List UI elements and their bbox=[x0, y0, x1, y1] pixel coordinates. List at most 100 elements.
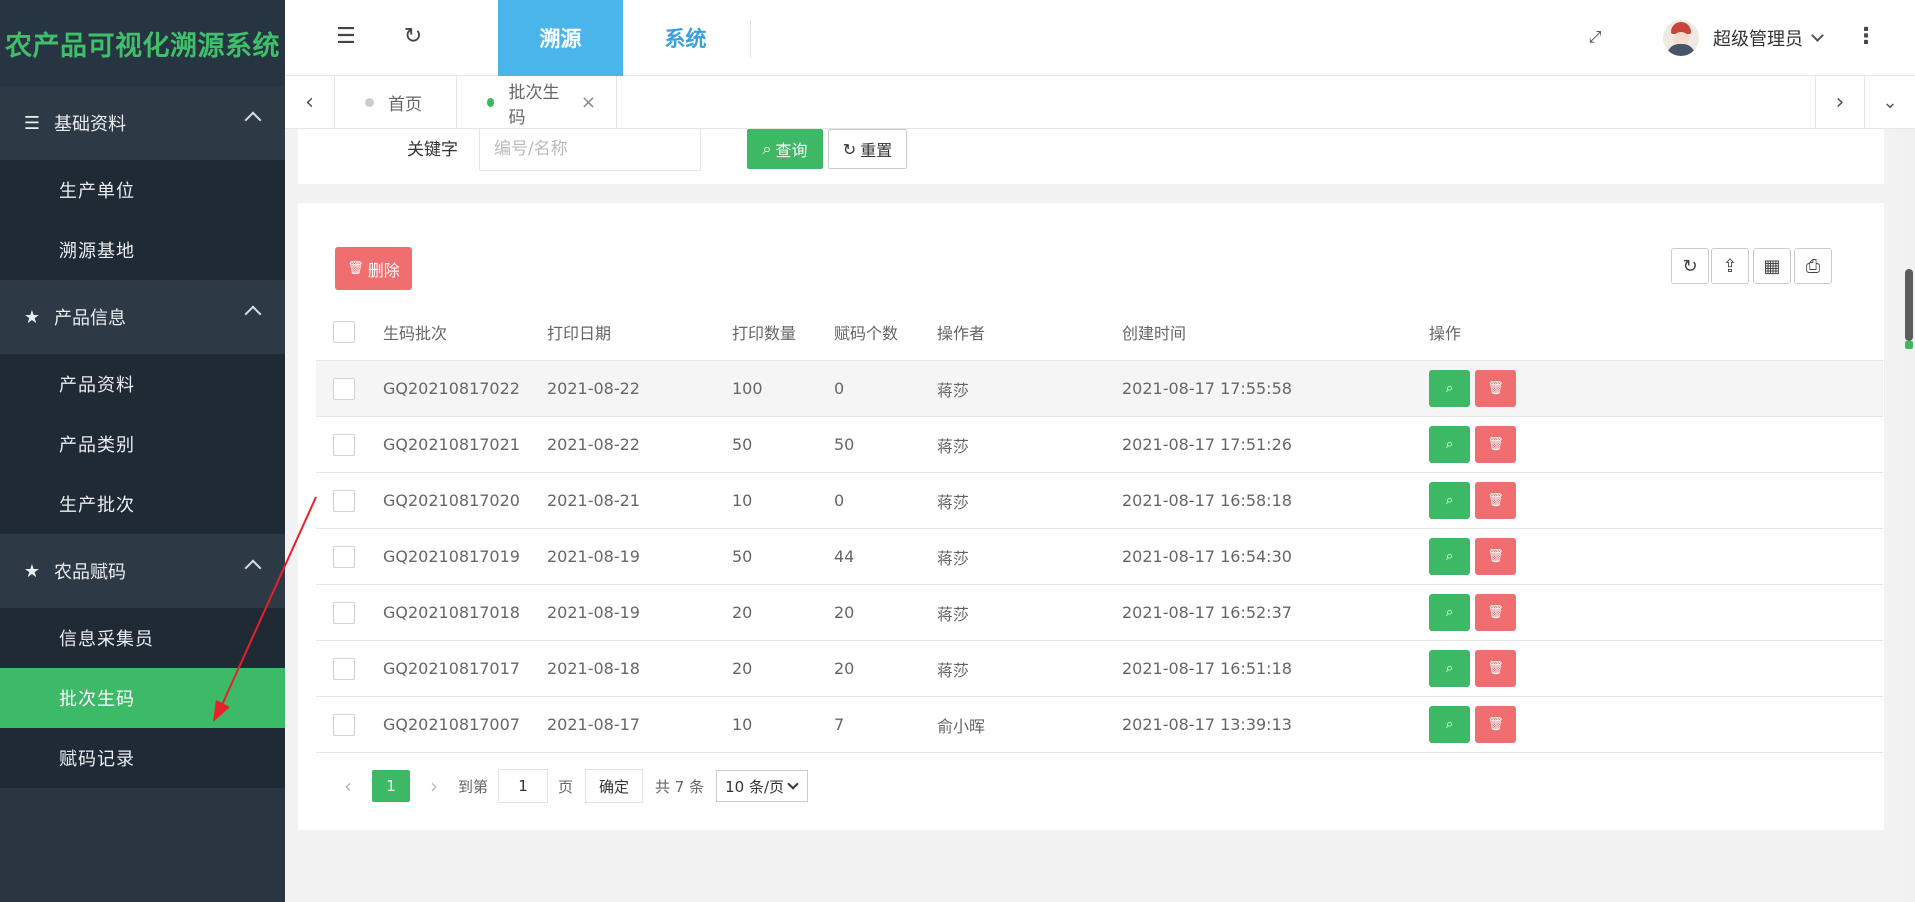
cell-print-date: 2021-08-21 bbox=[547, 491, 640, 510]
table-row[interactable]: GQ20210817021 2021-08-22 50 50 蒋莎 2021-0… bbox=[316, 417, 1883, 473]
app-logo-title: 农产品可视化溯源系统 bbox=[0, 0, 285, 86]
main-content: 关键字 编号/名称 ⌕ 查询 ↻ 重置 🗑 删除 ↻ ⇪ ▦ ⎙ 生码批次 打印… bbox=[285, 129, 1901, 902]
sidebar-item-production-unit[interactable]: 生产单位 bbox=[0, 160, 285, 220]
menu-fold-icon[interactable]: ☰ bbox=[333, 24, 359, 50]
cell-batch: GQ20210817020 bbox=[383, 491, 520, 510]
delete-row-button[interactable]: 🗑 bbox=[1475, 594, 1516, 631]
goto-page-input[interactable]: 1 bbox=[498, 769, 549, 803]
print-icon[interactable]: ⎙ bbox=[1794, 248, 1832, 284]
page-size-select[interactable]: 10 条/页 bbox=[716, 770, 809, 802]
row-checkbox[interactable] bbox=[333, 601, 355, 624]
trash-icon: 🗑 bbox=[1487, 661, 1504, 676]
table-header: 生码批次 打印日期 打印数量 赋码个数 操作者 创建时间 操作 bbox=[316, 303, 1883, 361]
cell-batch: GQ20210817022 bbox=[383, 379, 520, 398]
cell-operator: 蒋莎 bbox=[937, 660, 970, 680]
row-checkbox[interactable] bbox=[333, 433, 355, 456]
tabs-scroll-left-icon[interactable]: ‹ bbox=[285, 76, 335, 129]
sidebar-item-production-batch[interactable]: 生产批次 bbox=[0, 474, 285, 534]
cell-coded: 50 bbox=[834, 435, 855, 454]
goto-confirm-button[interactable]: 确定 bbox=[585, 769, 644, 803]
view-button[interactable]: ⌕ bbox=[1429, 706, 1470, 743]
sidebar-item-collector[interactable]: 信息采集员 bbox=[0, 608, 285, 668]
user-menu[interactable]: 超级管理员 bbox=[1663, 16, 1824, 60]
next-page-icon[interactable]: › bbox=[422, 774, 446, 798]
delete-row-button[interactable]: 🗑 bbox=[1475, 706, 1516, 743]
column-header: 打印日期 bbox=[547, 323, 612, 343]
menu-group-product-info[interactable]: ★ 产品信息 bbox=[0, 280, 285, 354]
table-row[interactable]: GQ20210817018 2021-08-19 20 20 蒋莎 2021-0… bbox=[316, 585, 1883, 641]
fullscreen-icon[interactable]: ⤢ bbox=[1582, 24, 1608, 50]
view-button[interactable]: ⌕ bbox=[1429, 370, 1470, 407]
table-row[interactable]: GQ20210817020 2021-08-21 10 0 蒋莎 2021-08… bbox=[316, 473, 1883, 529]
list-icon: ☰ bbox=[23, 112, 41, 134]
sidebar-item-batch-code[interactable]: 批次生码 bbox=[0, 668, 285, 728]
export-icon[interactable]: ⇪ bbox=[1711, 248, 1749, 284]
row-checkbox[interactable] bbox=[333, 713, 355, 736]
refresh-icon[interactable]: ↻ bbox=[400, 24, 426, 50]
more-vertical-icon[interactable]: ⋮ bbox=[1853, 24, 1879, 50]
delete-row-button[interactable]: 🗑 bbox=[1475, 482, 1516, 519]
cell-created: 2021-08-17 16:54:30 bbox=[1122, 547, 1292, 566]
page-unit-label: 页 bbox=[558, 777, 574, 796]
tab-trace[interactable]: 溯源 bbox=[498, 0, 623, 76]
view-button[interactable]: ⌕ bbox=[1429, 594, 1470, 631]
search-icon: ⌕ bbox=[1445, 605, 1454, 620]
sidebar-item-product-data[interactable]: 产品资料 bbox=[0, 354, 285, 414]
close-icon[interactable]: × bbox=[581, 92, 596, 113]
row-checkbox[interactable] bbox=[333, 657, 355, 680]
cell-batch: GQ20210817019 bbox=[383, 547, 520, 566]
page-number-current[interactable]: 1 bbox=[372, 770, 410, 802]
search-button[interactable]: ⌕ 查询 bbox=[747, 129, 823, 169]
cell-print-qty: 20 bbox=[732, 603, 753, 622]
keyword-input[interactable]: 编号/名称 bbox=[479, 129, 701, 171]
search-panel: 关键字 编号/名称 ⌕ 查询 ↻ 重置 bbox=[298, 129, 1884, 184]
menu-group-basic-data[interactable]: ☰ 基础资料 bbox=[0, 86, 285, 160]
column-header: 打印数量 bbox=[732, 323, 797, 343]
cell-created: 2021-08-17 13:39:13 bbox=[1122, 715, 1292, 734]
prev-page-icon[interactable]: ‹ bbox=[336, 774, 360, 798]
view-button[interactable]: ⌕ bbox=[1429, 538, 1470, 575]
menu-group-coding[interactable]: ★ 农品赋码 bbox=[0, 534, 285, 608]
delete-row-button[interactable]: 🗑 bbox=[1475, 538, 1516, 575]
row-checkbox[interactable] bbox=[333, 489, 355, 512]
view-button[interactable]: ⌕ bbox=[1429, 426, 1470, 463]
tab-system[interactable]: 系统 bbox=[623, 0, 748, 76]
cell-print-date: 2021-08-18 bbox=[547, 659, 640, 678]
cell-print-qty: 10 bbox=[732, 491, 753, 510]
row-checkbox[interactable] bbox=[333, 545, 355, 568]
cell-created: 2021-08-17 17:55:58 bbox=[1122, 379, 1292, 398]
search-icon: ⌕ bbox=[762, 139, 772, 158]
table-row[interactable]: GQ20210817019 2021-08-19 50 44 蒋莎 2021-0… bbox=[316, 529, 1883, 585]
table-row[interactable]: GQ20210817022 2021-08-22 100 0 蒋莎 2021-0… bbox=[316, 361, 1883, 417]
delete-row-button[interactable]: 🗑 bbox=[1475, 370, 1516, 407]
page-tab-batch-code[interactable]: 批次生码 × bbox=[457, 76, 617, 129]
select-all-checkbox[interactable] bbox=[333, 320, 355, 343]
cell-operator: 蒋莎 bbox=[937, 492, 970, 512]
reset-button[interactable]: ↻ 重置 bbox=[828, 129, 907, 169]
vertical-scrollbar[interactable] bbox=[1903, 129, 1915, 902]
view-button[interactable]: ⌕ bbox=[1429, 482, 1470, 519]
row-checkbox[interactable] bbox=[333, 377, 355, 400]
sidebar-item-code-records[interactable]: 赋码记录 bbox=[0, 728, 285, 788]
batch-table: 生码批次 打印日期 打印数量 赋码个数 操作者 创建时间 操作 GQ202108… bbox=[316, 303, 1883, 753]
refresh-table-icon[interactable]: ↻ bbox=[1671, 248, 1709, 284]
sidebar-item-product-category[interactable]: 产品类别 bbox=[0, 414, 285, 474]
delete-row-button[interactable]: 🗑 bbox=[1475, 426, 1516, 463]
cell-print-date: 2021-08-19 bbox=[547, 547, 640, 566]
tabs-dropdown-icon[interactable]: ⌄ bbox=[1865, 76, 1915, 129]
delete-button[interactable]: 🗑 删除 bbox=[335, 247, 412, 290]
divider bbox=[750, 20, 751, 58]
top-bar: ☰ ↻ 溯源 系统 ⤢ 超级管理员 ⋮ bbox=[285, 0, 1915, 76]
page-tab-home[interactable]: 首页 bbox=[335, 76, 457, 129]
search-icon: ⌕ bbox=[1445, 437, 1454, 452]
tabs-scroll-right-icon[interactable]: › bbox=[1815, 76, 1865, 129]
columns-icon[interactable]: ▦ bbox=[1753, 248, 1791, 284]
sidebar-item-trace-base[interactable]: 溯源基地 bbox=[0, 220, 285, 280]
cell-batch: GQ20210817017 bbox=[383, 659, 520, 678]
table-row[interactable]: GQ20210817007 2021-08-17 10 7 俞小晖 2021-0… bbox=[316, 697, 1883, 753]
cell-print-qty: 50 bbox=[732, 547, 753, 566]
table-row[interactable]: GQ20210817017 2021-08-18 20 20 蒋莎 2021-0… bbox=[316, 641, 1883, 697]
scrollbar-thumb[interactable] bbox=[1905, 269, 1913, 341]
view-button[interactable]: ⌕ bbox=[1429, 650, 1470, 687]
delete-row-button[interactable]: 🗑 bbox=[1475, 650, 1516, 687]
